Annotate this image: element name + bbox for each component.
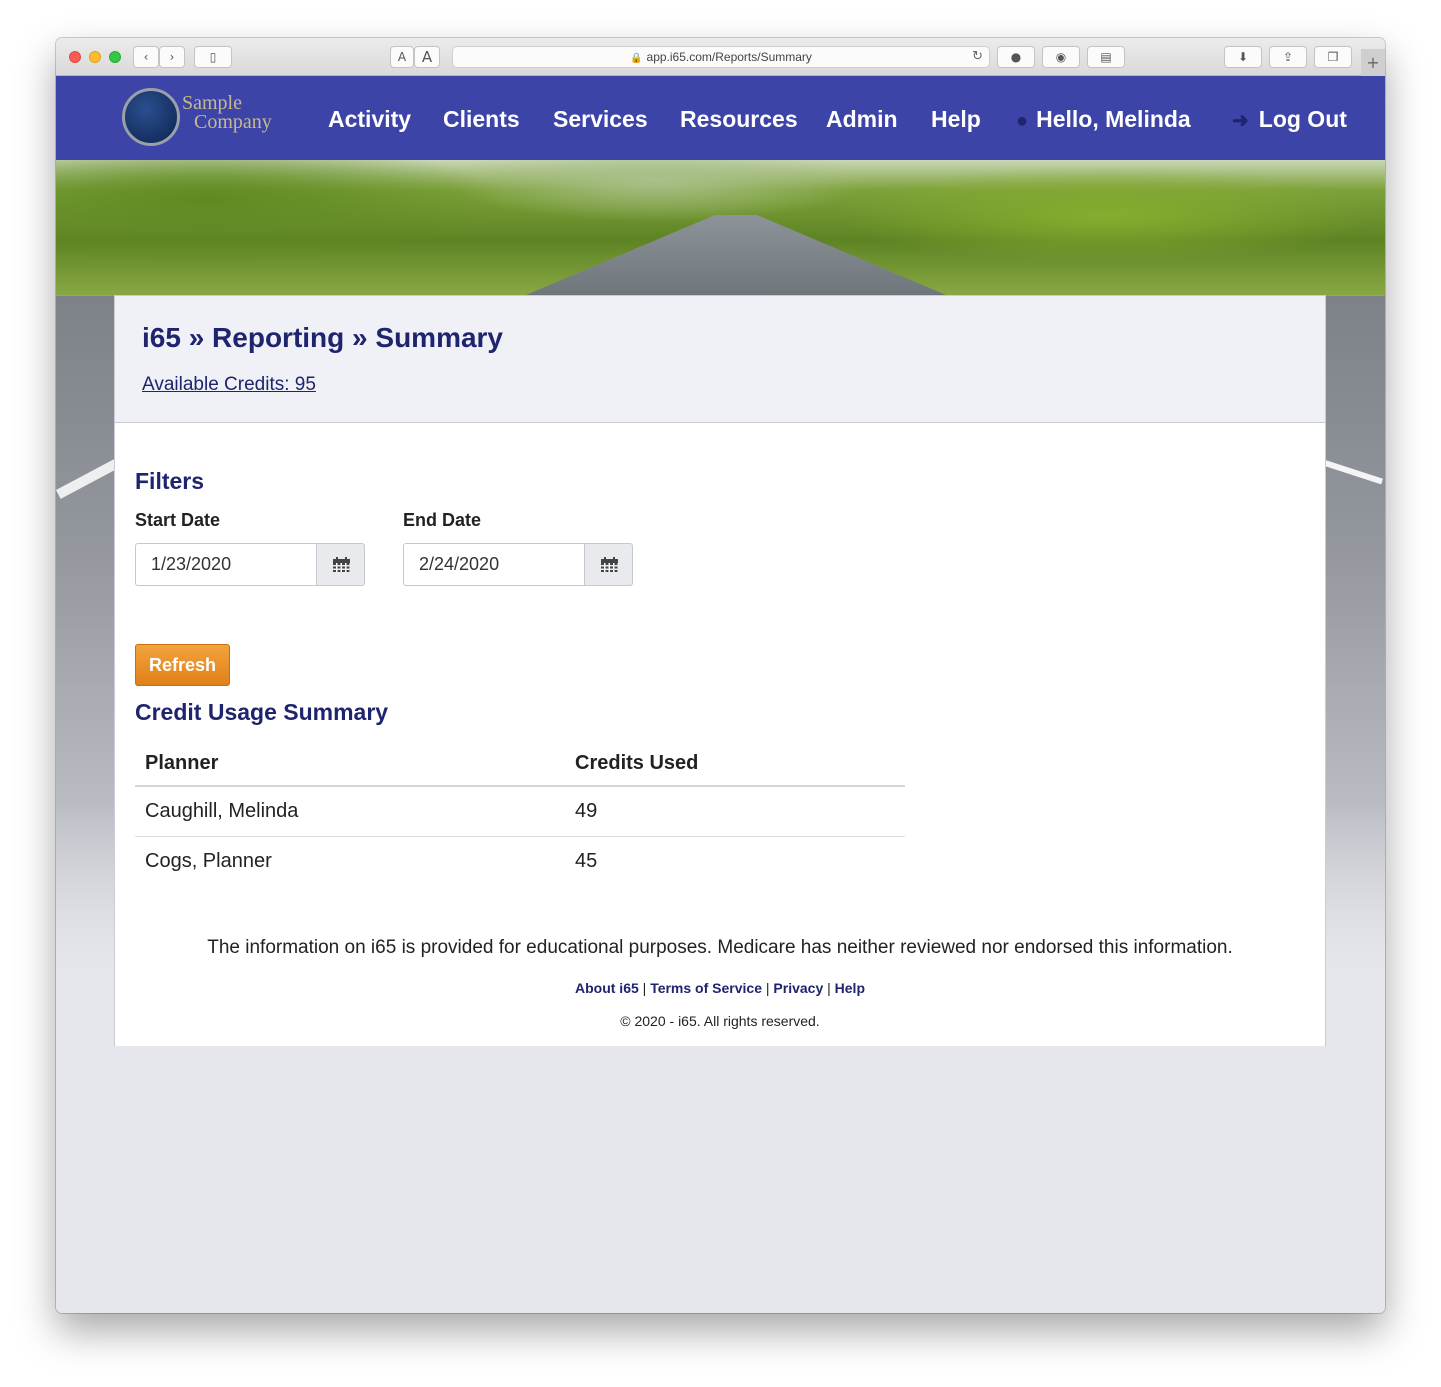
- credit-usage-heading: Credit Usage Summary: [135, 699, 389, 725]
- calendar-icon: [601, 557, 618, 573]
- lock-icon: 🔒: [630, 53, 643, 64]
- column-header-planner: Planner: [135, 741, 565, 787]
- text-larger-label: A: [421, 48, 433, 66]
- breadcrumb: i65 » Reporting » Summary: [142, 322, 504, 353]
- downloads-button[interactable]: ⬇: [1224, 46, 1262, 68]
- footer-separator: |: [765, 980, 770, 996]
- sidebar-icon: ▯: [209, 50, 217, 64]
- plus-icon: +: [1366, 53, 1380, 72]
- text-smaller-button[interactable]: A: [390, 46, 414, 68]
- nav-resources[interactable]: Resources: [680, 106, 798, 133]
- nav-user-greeting[interactable]: ● Hello, Melinda: [1016, 106, 1191, 133]
- download-icon: ⬇: [1237, 50, 1249, 64]
- planner-cell: Caughill, Melinda: [135, 786, 565, 837]
- reader-extension-button[interactable]: ▤: [1087, 46, 1125, 68]
- minimize-window-button[interactable]: [89, 51, 101, 63]
- footer-separator: |: [827, 980, 831, 996]
- footer-link-terms[interactable]: Terms of Service: [650, 980, 762, 996]
- filters-heading: Filters: [135, 468, 205, 494]
- copyright-text: © 2020 - i65. All rights reserved.: [620, 1013, 820, 1029]
- password-manager-icon: ◉: [1055, 50, 1067, 64]
- logout-icon: ➜: [1232, 110, 1249, 132]
- password-extension-button[interactable]: ◉: [1042, 46, 1080, 68]
- film-icon: ▤: [1100, 50, 1112, 64]
- zoom-window-button[interactable]: [109, 51, 121, 63]
- start-date-calendar-button[interactable]: [316, 543, 365, 586]
- new-tab-button[interactable]: +: [1361, 49, 1385, 76]
- end-date-calendar-button[interactable]: [584, 543, 633, 586]
- page-viewport: Sample Company Activity Clients Services…: [56, 76, 1385, 1313]
- table-row: Caughill, Melinda 49: [135, 786, 905, 837]
- footer-links: About i65 | Terms of Service | Privacy |…: [115, 980, 1325, 996]
- end-date-label: End Date: [403, 510, 482, 530]
- planner-cell: Cogs, Planner: [145, 850, 272, 872]
- start-date-label: Start Date: [135, 510, 221, 530]
- nav-admin[interactable]: Admin: [826, 106, 898, 133]
- user-icon: ●: [1016, 110, 1029, 132]
- greeting-label: Hello, Melinda: [1036, 106, 1191, 132]
- available-credits-link[interactable]: Available Credits: 95: [142, 374, 316, 396]
- refresh-button[interactable]: Refresh: [135, 644, 230, 686]
- chevron-right-icon: ›: [169, 50, 175, 64]
- address-bar[interactable]: 🔒 app.i65.com/Reports/Summary ↻: [452, 46, 990, 68]
- footer-link-privacy[interactable]: Privacy: [773, 980, 823, 996]
- browser-toolbar: ‹ › ▯ A A 🔒 app.i65.com/Reports/Summary ↻…: [56, 38, 1385, 76]
- table-row: Cogs, Planner 45: [135, 837, 905, 887]
- disclaimer-text: The information on i65 is provided for e…: [207, 937, 1233, 958]
- credits-used-cell: 49: [565, 786, 905, 837]
- tabs-icon: ❐: [1327, 50, 1339, 64]
- nav-activity[interactable]: Activity: [328, 106, 411, 133]
- share-button[interactable]: ⇪: [1269, 46, 1307, 68]
- nav-help[interactable]: Help: [931, 106, 981, 133]
- nav-services[interactable]: Services: [553, 106, 648, 133]
- footer-link-about[interactable]: About i65: [575, 980, 639, 996]
- report-card: Filters Start Date End Date 1/23/2020 2/…: [114, 423, 1326, 1046]
- logo-emblem-icon: [122, 88, 180, 146]
- logo-line-2: Company: [194, 111, 272, 133]
- table-header-row: Planner Credits Used: [135, 741, 905, 787]
- company-logo[interactable]: Sample Company: [122, 88, 292, 150]
- tabs-overview-button[interactable]: ❐: [1314, 46, 1352, 68]
- nav-clients[interactable]: Clients: [443, 106, 520, 133]
- sidebar-toggle-button[interactable]: ▯: [194, 46, 232, 68]
- elephant-icon: ●: [1010, 50, 1022, 64]
- text-smaller-label: A: [397, 50, 407, 64]
- browser-window: ‹ › ▯ A A 🔒 app.i65.com/Reports/Summary ↻…: [56, 38, 1385, 1313]
- forward-button[interactable]: ›: [159, 46, 185, 68]
- reload-icon[interactable]: ↻: [972, 47, 983, 67]
- calendar-icon: [333, 557, 350, 573]
- end-date-input[interactable]: 2/24/2020: [403, 543, 586, 586]
- logo-text: Sample Company: [182, 93, 272, 133]
- chevron-left-icon: ‹: [143, 50, 149, 64]
- top-navbar: Sample Company Activity Clients Services…: [56, 76, 1385, 160]
- column-header-credits-used: Credits Used: [565, 741, 905, 787]
- start-date-input[interactable]: 1/23/2020: [135, 543, 318, 586]
- nav-logout[interactable]: ➜ Log Out: [1232, 106, 1347, 133]
- page-header-card: i65 » Reporting » Summary Available Cred…: [114, 295, 1326, 423]
- footer-separator: |: [642, 980, 647, 996]
- evernote-extension-button[interactable]: ●: [997, 46, 1035, 68]
- url-text: app.i65.com/Reports/Summary: [646, 50, 812, 64]
- share-icon: ⇪: [1282, 50, 1294, 64]
- logout-label: Log Out: [1258, 106, 1347, 132]
- back-button[interactable]: ‹: [133, 46, 159, 68]
- text-larger-button[interactable]: A: [414, 46, 440, 68]
- credit-usage-table: Planner Credits Used Caughill, Melinda 4…: [135, 741, 905, 886]
- credits-used-cell: 45: [575, 850, 598, 872]
- footer-link-help[interactable]: Help: [835, 980, 865, 996]
- close-window-button[interactable]: [69, 51, 81, 63]
